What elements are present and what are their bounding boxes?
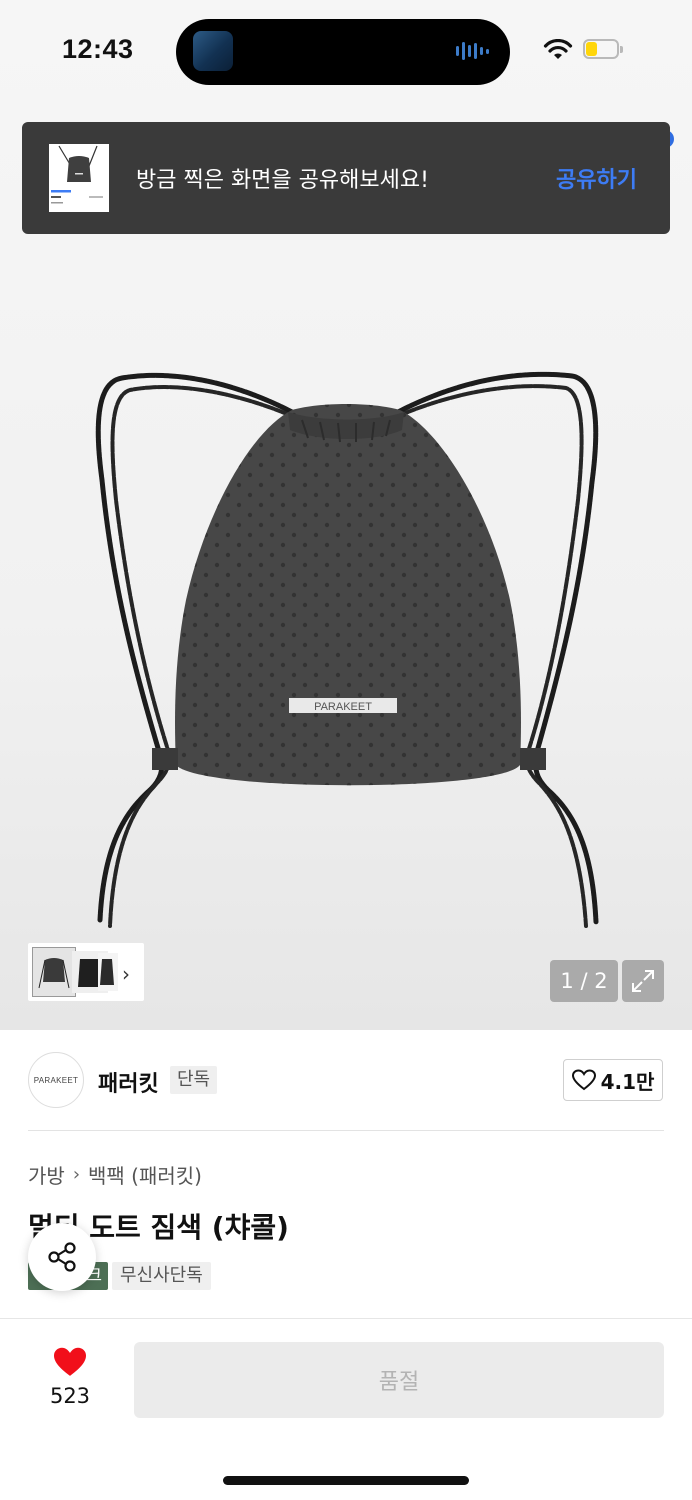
brand-like-button[interactable]: 4.1만 bbox=[563, 1059, 663, 1101]
chevron-right-icon: › bbox=[72, 1164, 81, 1185]
dynamic-island bbox=[176, 19, 510, 85]
share-action-button[interactable]: 공유하기 bbox=[556, 162, 637, 194]
thumbnail-strip[interactable]: › bbox=[28, 943, 144, 1001]
product-label-text: PARAKEET bbox=[314, 701, 372, 713]
product-photo: PARAKEET bbox=[95, 371, 599, 928]
brand-exclusive-tag: 단독 bbox=[170, 1066, 218, 1094]
thumbnail-3[interactable] bbox=[98, 953, 118, 991]
home-indicator[interactable] bbox=[223, 1476, 469, 1485]
now-playing-artwork bbox=[193, 31, 233, 71]
breadcrumb-subcategory[interactable]: 백팩 (패러킷) bbox=[88, 1160, 202, 1189]
expand-image-button[interactable] bbox=[622, 960, 664, 1002]
heart-outline-icon bbox=[571, 1069, 596, 1091]
status-bar: 12:43 bbox=[0, 0, 692, 100]
wifi-icon bbox=[543, 39, 573, 59]
musinsa-exclusive-badge: 무신사단독 bbox=[112, 1262, 211, 1290]
breadcrumb-category[interactable]: 가방 bbox=[28, 1160, 65, 1189]
share-icon bbox=[48, 1242, 76, 1272]
chevron-right-icon[interactable]: › bbox=[122, 962, 130, 986]
brand-name[interactable]: 패러킷 bbox=[98, 1066, 159, 1098]
breadcrumb: 가방 › 백팩 (패러킷) bbox=[28, 1160, 202, 1189]
expand-icon bbox=[632, 970, 654, 992]
battery-icon bbox=[583, 39, 623, 61]
brand-logo[interactable]: PARAKEET bbox=[28, 1052, 84, 1108]
bottom-bar-divider bbox=[0, 1318, 692, 1319]
image-page-indicator: 1 / 2 bbox=[550, 960, 618, 1002]
audio-wave-icon bbox=[456, 42, 489, 60]
screenshot-thumbnail[interactable] bbox=[49, 144, 109, 212]
heart-filled-icon[interactable] bbox=[52, 1346, 88, 1378]
brand-divider bbox=[28, 1130, 664, 1131]
brand-like-count: 4.1만 bbox=[600, 1069, 655, 1094]
thumbnail-1[interactable] bbox=[32, 947, 76, 997]
product-like-count: 523 bbox=[49, 1384, 91, 1408]
toast-message: 방금 찍은 화면을 공유해보세요! bbox=[136, 168, 429, 193]
share-button[interactable] bbox=[28, 1223, 96, 1291]
sold-out-button[interactable]: 품절 bbox=[134, 1342, 664, 1418]
status-time: 12:43 bbox=[62, 34, 134, 64]
share-screenshot-toast[interactable]: 방금 찍은 화면을 공유해보세요! 공유하기 bbox=[22, 122, 670, 234]
product-image-gallery[interactable]: 12:43 방금 찍은 화면을 공유해보세요! 공유하기 PARAKEET › … bbox=[0, 0, 692, 1030]
